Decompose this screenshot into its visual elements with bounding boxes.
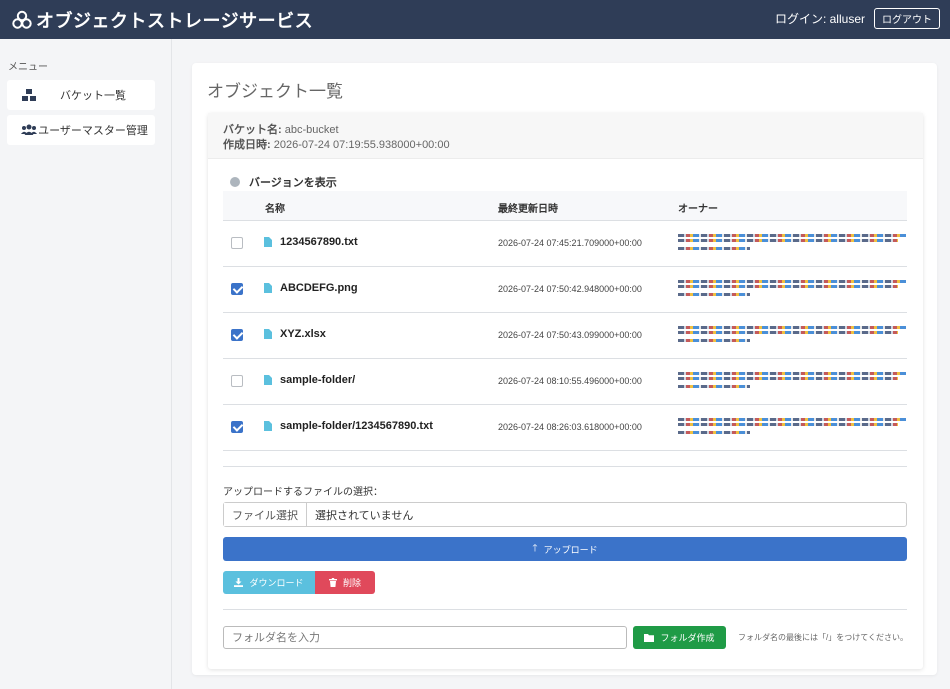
download-icon: [234, 578, 244, 587]
file-name-link[interactable]: sample-folder/: [280, 374, 355, 386]
table-row: XYZ.xlsx 2026-07-24 07:50:43.099000+00:0…: [223, 313, 907, 359]
row-checkbox[interactable]: [231, 329, 243, 341]
file-updated: 2026-07-24 08:26:03.618000+00:00: [498, 422, 642, 432]
owner-redacted: [678, 324, 908, 350]
page-title: オブジェクト一覧: [207, 82, 343, 101]
bucket-panel: バケット名: abc-bucket 作成日時: 2026-07-24 07:19…: [208, 113, 923, 669]
file-status-text: 選択されていません: [315, 509, 414, 522]
create-folder-button[interactable]: フォルダ作成: [633, 626, 726, 649]
file-icon: [264, 421, 272, 431]
owner-redacted: [678, 278, 908, 304]
divider: [223, 466, 907, 467]
file-icon: [264, 375, 272, 385]
delete-button-label: 削除: [342, 578, 361, 588]
file-updated: 2026-07-24 07:50:42.948000+00:00: [498, 284, 642, 294]
sidebar-item-label: ユーザーマスター管理: [38, 125, 148, 137]
table-row: sample-folder/1234567890.txt 2026-07-24 …: [223, 405, 907, 451]
owner-redacted: [678, 370, 908, 396]
sidebar-item-label: バケット一覧: [60, 90, 126, 102]
cubes-icon: [22, 89, 36, 101]
version-toggle-switch[interactable]: [223, 177, 245, 187]
file-icon: [264, 237, 272, 247]
table-header: 名称 最終更新日時 オーナー: [223, 191, 907, 221]
brand[interactable]: オブジェクトストレージサービス: [12, 7, 313, 33]
trash-icon: [328, 578, 337, 587]
top-navbar: オブジェクトストレージサービス ログイン: alluser ログアウト: [0, 0, 950, 39]
sidebar-item-user-master[interactable]: ユーザーマスター管理: [7, 115, 155, 145]
column-header-updated[interactable]: 最終更新日時: [498, 200, 558, 215]
created-label: 作成日時:: [223, 139, 271, 151]
delete-button[interactable]: 削除: [315, 571, 375, 594]
row-checkbox[interactable]: [231, 283, 243, 295]
row-checkbox[interactable]: [231, 375, 243, 387]
users-icon: [21, 124, 37, 135]
file-picker[interactable]: ファイル選択 選択されていません: [223, 502, 907, 527]
bucket-info-header: バケット名: abc-bucket 作成日時: 2026-07-24 07:19…: [208, 113, 923, 159]
download-button[interactable]: ダウンロード: [223, 571, 315, 594]
object-list-card: オブジェクト一覧 バケット名: abc-bucket 作成日時: 2026-07…: [192, 63, 937, 675]
version-toggle-row: バージョンを表示: [223, 174, 337, 190]
row-checkbox[interactable]: [231, 421, 243, 433]
table-row: sample-folder/ 2026-07-24 08:10:55.49600…: [223, 359, 907, 405]
folder-hint-text: フォルダ名の最後には「/」をつけてください。: [738, 633, 908, 642]
cubes-logo-icon: [12, 10, 32, 29]
file-name-link[interactable]: ABCDEFG.png: [280, 282, 358, 294]
login-user-text: ログイン: alluser: [774, 12, 865, 26]
logout-button[interactable]: ログアウト: [874, 8, 940, 29]
file-updated: 2026-07-24 07:50:43.099000+00:00: [498, 330, 642, 340]
create-folder-label: フォルダ作成: [660, 633, 715, 643]
table-row: ABCDEFG.png 2026-07-24 07:50:42.948000+0…: [223, 267, 907, 313]
folder-name-input[interactable]: [223, 626, 627, 649]
file-name-link[interactable]: 1234567890.txt: [280, 236, 358, 248]
sidebar: メニュー バケット一覧 ユーザーマスター管理: [0, 39, 172, 689]
arrow-up-icon: 🡑: [532, 542, 538, 554]
upload-button[interactable]: 🡑 アップロード: [223, 537, 907, 561]
file-updated: 2026-07-24 08:10:55.496000+00:00: [498, 376, 642, 386]
file-updated: 2026-07-24 07:45:21.709000+00:00: [498, 238, 642, 248]
file-select-button[interactable]: ファイル選択: [224, 503, 307, 526]
divider: [223, 609, 907, 610]
app-title: オブジェクトストレージサービス: [36, 11, 314, 31]
bucket-name-row: バケット名: abc-bucket: [223, 121, 339, 137]
file-name-link[interactable]: sample-folder/1234567890.txt: [280, 420, 433, 432]
download-button-label: ダウンロード: [249, 578, 304, 588]
file-icon: [264, 329, 272, 339]
file-name-link[interactable]: XYZ.xlsx: [280, 328, 326, 340]
upload-label: アップロードするファイルの選択：: [223, 487, 383, 498]
object-table: 名称 最終更新日時 オーナー 1234567890.txt 2026-07-24…: [223, 191, 907, 451]
file-icon: [264, 283, 272, 293]
column-header-owner[interactable]: オーナー: [678, 200, 718, 215]
bucket-name-value: abc-bucket: [284, 124, 339, 136]
table-row: 1234567890.txt 2026-07-24 07:45:21.70900…: [223, 221, 907, 267]
bucket-name-label: バケット名:: [223, 124, 282, 136]
owner-redacted: [678, 232, 908, 258]
login-area: ログイン: alluser ログアウト: [775, 8, 940, 29]
owner-redacted: [678, 416, 908, 442]
created-value: 2026-07-24 07:19:55.938000+00:00: [273, 139, 450, 151]
row-checkbox[interactable]: [231, 237, 243, 249]
menu-heading: メニュー: [8, 62, 48, 73]
bucket-created-row: 作成日時: 2026-07-24 07:19:55.938000+00:00: [223, 136, 450, 152]
version-toggle-label: バージョンを表示: [249, 177, 337, 189]
sidebar-item-bucket-list[interactable]: バケット一覧: [7, 80, 155, 110]
folder-icon: [644, 633, 655, 642]
column-header-name[interactable]: 名称: [265, 200, 285, 215]
upload-button-label: アップロード: [543, 544, 598, 555]
